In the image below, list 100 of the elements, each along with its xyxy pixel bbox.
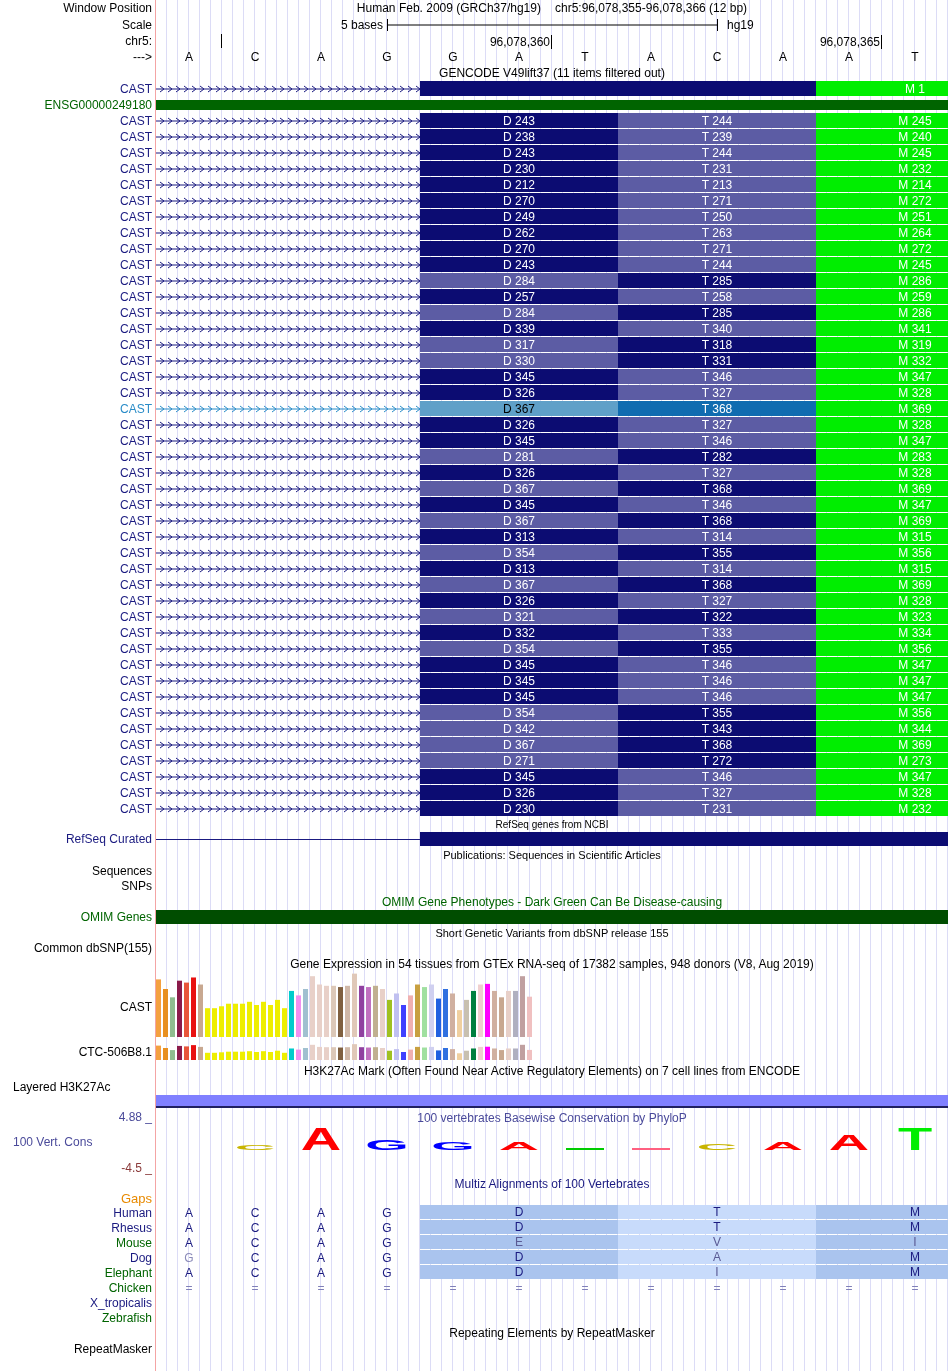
codon-cell: E [420, 1235, 618, 1249]
gap-mark: = [316, 1280, 326, 1295]
gene-label: CAST [120, 306, 152, 320]
codon-cell: V [618, 1235, 816, 1249]
position-text: chr5:96,078,355-96,078,366 (12 bp) [554, 1, 748, 15]
exon-block: T 346 [618, 657, 816, 672]
exon-block: M 334 [816, 625, 948, 640]
species-label: Elephant [104, 1265, 152, 1280]
gap-mark: = [778, 1280, 788, 1295]
gene-label: CAST [120, 82, 152, 96]
exon-block: M 1 [816, 81, 948, 96]
alignment-base: G [183, 1250, 195, 1265]
exon-block: D 321 [420, 609, 618, 624]
gene-label: CAST [120, 146, 152, 160]
exon-block: M 214 [816, 177, 948, 192]
track-title: Multiz Alignments of 100 Vertebrates [453, 1176, 651, 1191]
track-title: GENCODE V49lift37 (11 items filtered out) [438, 65, 666, 81]
exon-block: T 244 [618, 257, 816, 272]
exon-block: M 264 [816, 225, 948, 240]
exon-block: D 212 [420, 177, 618, 192]
gene-label: CAST [120, 770, 152, 784]
exon-block: D 243 [420, 145, 618, 160]
logo-letter: G [365, 1137, 409, 1154]
exon-block: M 344 [816, 721, 948, 736]
exon-block: M 272 [816, 241, 948, 256]
exon-block: M 315 [816, 529, 948, 544]
gene-label: CAST [120, 402, 152, 416]
exon-block: M 273 [816, 753, 948, 768]
exon-block: M 347 [816, 433, 948, 448]
exon-block: M 315 [816, 561, 948, 576]
species-label: X_tropicalis [89, 1295, 152, 1310]
gene-label: CAST [120, 706, 152, 720]
exon-block: M 286 [816, 273, 948, 288]
species-label: Chicken [108, 1280, 152, 1295]
exon-block: T 368 [618, 481, 816, 496]
gene-label: CAST [120, 530, 152, 544]
species-label: Mouse [115, 1235, 152, 1250]
exon-block: T 271 [618, 193, 816, 208]
codon-cell: D [420, 1265, 618, 1279]
gene-label: CAST [120, 674, 152, 688]
species-label: Dog [130, 1250, 152, 1265]
exon-block: D 326 [420, 593, 618, 608]
exon-block: M 332 [816, 353, 948, 368]
exon-block: M 356 [816, 545, 948, 560]
base-letter: A [316, 49, 326, 65]
base-letter: A [184, 49, 194, 65]
logo-letter: A [300, 1121, 342, 1157]
species-label: Rhesus [111, 1220, 152, 1235]
gene-label: CAST [120, 690, 152, 704]
track-title: Publications: Sequences in Scientific Articles [442, 848, 662, 863]
exon-block: M 369 [816, 481, 948, 496]
exon-block: T 333 [618, 625, 816, 640]
logo-letter: G [431, 1139, 475, 1153]
track-label: Common dbSNP(155) [33, 941, 152, 955]
row-label: chr5: [125, 34, 152, 48]
alignment-base: A [184, 1205, 194, 1220]
scale-text: 5 bases [339, 17, 384, 32]
base-letter: A [844, 49, 854, 65]
gene-label: CAST [120, 594, 152, 608]
track-title: Short Genetic Variants from dbSNP release 155 [434, 925, 670, 940]
exon-block: D 284 [420, 273, 618, 288]
exon-block: D 367 [420, 513, 618, 528]
exon-block: M 283 [816, 449, 948, 464]
exon-block: D 354 [420, 705, 618, 720]
gene-label: CAST [120, 578, 152, 592]
exon-block: D 345 [420, 769, 618, 784]
gene-label: CAST [120, 322, 152, 336]
gap-mark: = [448, 1280, 458, 1295]
gene-label: CAST [120, 466, 152, 480]
alignment-base: A [184, 1235, 194, 1250]
exon-block: T 327 [618, 417, 816, 432]
alignment-base: C [249, 1250, 261, 1265]
exon-block: D 249 [420, 209, 618, 224]
gene-label: CAST [120, 722, 152, 736]
codon-cell: I [816, 1235, 948, 1249]
exon-block: T 346 [618, 369, 816, 384]
logo-letter: C [696, 1142, 738, 1152]
exon-block: M 240 [816, 129, 948, 144]
exon-block: T 231 [618, 801, 816, 816]
alignment-base: G [381, 1235, 393, 1250]
gene-label: CAST [120, 338, 152, 352]
alignment-base: A [316, 1265, 326, 1280]
exon-block: T 231 [618, 161, 816, 176]
exon-block: D 326 [420, 465, 618, 480]
exon-block: M 323 [816, 609, 948, 624]
exon-block: T 272 [618, 753, 816, 768]
gap-mark: = [250, 1280, 260, 1295]
gene-label: CAST [120, 258, 152, 272]
gene-label: CAST [120, 498, 152, 512]
logo-letter: T [897, 1121, 933, 1157]
exon-block: T 327 [618, 785, 816, 800]
row-label: ---> [133, 50, 152, 64]
gene-label: CAST [120, 130, 152, 144]
exon-block: D 354 [420, 641, 618, 656]
gap-mark: = [184, 1280, 194, 1295]
exon-block: T 355 [618, 705, 816, 720]
exon-block: T 244 [618, 113, 816, 128]
base-letter: A [514, 49, 524, 65]
exon-block: T 327 [618, 593, 816, 608]
codon-cell: D [420, 1205, 618, 1219]
